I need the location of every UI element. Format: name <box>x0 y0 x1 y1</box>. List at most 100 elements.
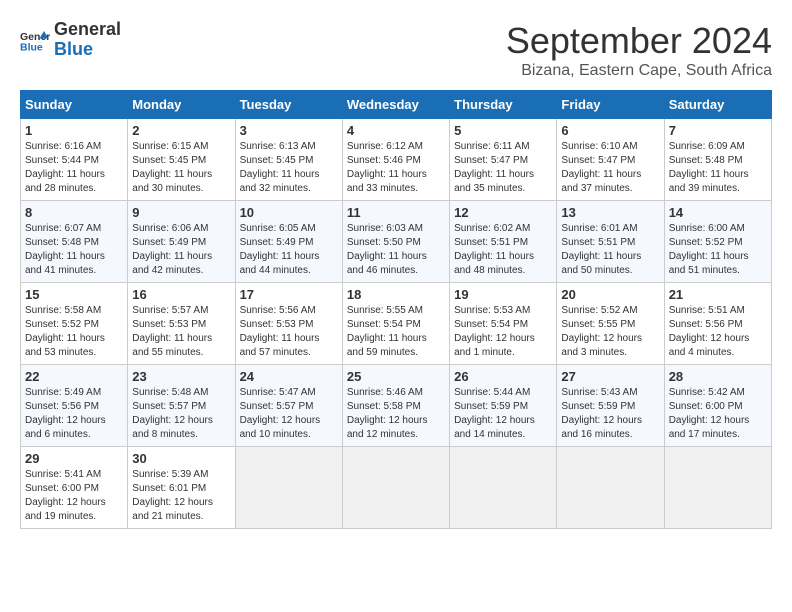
calendar-cell: 8 Sunrise: 6:07 AM Sunset: 5:48 PM Daylig… <box>21 201 128 283</box>
logo-icon: General Blue <box>20 25 50 55</box>
calendar-cell: 7 Sunrise: 6:09 AM Sunset: 5:48 PM Daylig… <box>664 119 771 201</box>
calendar-cell: 1 Sunrise: 6:16 AM Sunset: 5:44 PM Daylig… <box>21 119 128 201</box>
svg-text:Blue: Blue <box>20 41 43 53</box>
day-info: Sunrise: 5:46 AM Sunset: 5:58 PM Dayligh… <box>347 386 445 442</box>
day-number: 1 <box>25 123 123 138</box>
calendar-cell: 17Sunrise: 5:56 AM Sunset: 5:53 PM Dayli… <box>235 283 342 365</box>
day-info: Sunrise: 5:57 AM Sunset: 5:53 PM Dayligh… <box>132 304 230 360</box>
day-number: 19 <box>454 287 552 302</box>
calendar-cell: 13 Sunrise: 6:01 AM Sunset: 5:51 PM Dayli… <box>557 201 664 283</box>
calendar-cell: 9 Sunrise: 6:06 AM Sunset: 5:49 PM Daylig… <box>128 201 235 283</box>
calendar-cell: 22Sunrise: 5:49 AM Sunset: 5:56 PM Dayli… <box>21 365 128 447</box>
table-row: 8 Sunrise: 6:07 AM Sunset: 5:48 PM Daylig… <box>21 201 772 283</box>
day-number: 13 <box>561 205 659 220</box>
col-monday: Monday <box>128 91 235 119</box>
day-number: 8 <box>25 205 123 220</box>
col-thursday: Thursday <box>450 91 557 119</box>
day-info: Sunrise: 6:13 AM Sunset: 5:45 PM Dayligh… <box>240 140 338 196</box>
calendar-cell: 25 Sunrise: 5:46 AM Sunset: 5:58 PM Dayli… <box>342 365 449 447</box>
day-info: Sunrise: 6:03 AM Sunset: 5:50 PM Dayligh… <box>347 222 445 278</box>
day-number: 11 <box>347 205 445 220</box>
calendar-cell: 24Sunrise: 5:47 AM Sunset: 5:57 PM Dayli… <box>235 365 342 447</box>
day-info: Sunrise: 6:11 AM Sunset: 5:47 PM Dayligh… <box>454 140 552 196</box>
table-row: 15 Sunrise: 5:58 AM Sunset: 5:52 PM Dayli… <box>21 283 772 365</box>
calendar-cell <box>664 447 771 529</box>
calendar-cell: 5 Sunrise: 6:11 AM Sunset: 5:47 PM Daylig… <box>450 119 557 201</box>
calendar-cell <box>342 447 449 529</box>
calendar-cell: 6 Sunrise: 6:10 AM Sunset: 5:47 PM Daylig… <box>557 119 664 201</box>
col-sunday: Sunday <box>21 91 128 119</box>
day-number: 23 <box>132 369 230 384</box>
day-info: Sunrise: 5:55 AM Sunset: 5:54 PM Dayligh… <box>347 304 445 360</box>
calendar-cell: 20 Sunrise: 5:52 AM Sunset: 5:55 PM Dayli… <box>557 283 664 365</box>
calendar-cell: 11 Sunrise: 6:03 AM Sunset: 5:50 PM Dayli… <box>342 201 449 283</box>
calendar-cell: 10Sunrise: 6:05 AM Sunset: 5:49 PM Dayli… <box>235 201 342 283</box>
day-number: 5 <box>454 123 552 138</box>
day-info: Sunrise: 6:02 AM Sunset: 5:51 PM Dayligh… <box>454 222 552 278</box>
day-number: 6 <box>561 123 659 138</box>
calendar-cell: 14 Sunrise: 6:00 AM Sunset: 5:52 PM Dayli… <box>664 201 771 283</box>
day-number: 28 <box>669 369 767 384</box>
day-info: Sunrise: 6:15 AM Sunset: 5:45 PM Dayligh… <box>132 140 230 196</box>
day-number: 9 <box>132 205 230 220</box>
calendar-cell: 18 Sunrise: 5:55 AM Sunset: 5:54 PM Dayli… <box>342 283 449 365</box>
day-number: 16 <box>132 287 230 302</box>
day-info: Sunrise: 6:00 AM Sunset: 5:52 PM Dayligh… <box>669 222 767 278</box>
day-info: Sunrise: 5:41 AM Sunset: 6:00 PM Dayligh… <box>25 468 123 524</box>
calendar-cell <box>450 447 557 529</box>
calendar-cell: 15 Sunrise: 5:58 AM Sunset: 5:52 PM Dayli… <box>21 283 128 365</box>
day-number: 14 <box>669 205 767 220</box>
header-row: Sunday Monday Tuesday Wednesday Thursday… <box>21 91 772 119</box>
day-info: Sunrise: 5:42 AM Sunset: 6:00 PM Dayligh… <box>669 386 767 442</box>
table-row: 29 Sunrise: 5:41 AM Sunset: 6:00 PM Dayli… <box>21 447 772 529</box>
header: General Blue General Blue September 2024… <box>20 20 772 80</box>
day-info: Sunrise: 6:06 AM Sunset: 5:49 PM Dayligh… <box>132 222 230 278</box>
day-info: Sunrise: 5:39 AM Sunset: 6:01 PM Dayligh… <box>132 468 230 524</box>
day-info: Sunrise: 6:12 AM Sunset: 5:46 PM Dayligh… <box>347 140 445 196</box>
day-number: 18 <box>347 287 445 302</box>
calendar-cell: 3 Sunrise: 6:13 AM Sunset: 5:45 PM Daylig… <box>235 119 342 201</box>
day-info: Sunrise: 5:52 AM Sunset: 5:55 PM Dayligh… <box>561 304 659 360</box>
day-number: 30 <box>132 451 230 466</box>
calendar-table: Sunday Monday Tuesday Wednesday Thursday… <box>20 90 772 529</box>
title-area: September 2024 Bizana, Eastern Cape, Sou… <box>506 20 772 80</box>
day-number: 26 <box>454 369 552 384</box>
day-info: Sunrise: 5:51 AM Sunset: 5:56 PM Dayligh… <box>669 304 767 360</box>
day-number: 17 <box>240 287 338 302</box>
day-info: Sunrise: 6:07 AM Sunset: 5:48 PM Dayligh… <box>25 222 123 278</box>
calendar-cell: 29 Sunrise: 5:41 AM Sunset: 6:00 PM Dayli… <box>21 447 128 529</box>
day-number: 20 <box>561 287 659 302</box>
day-number: 12 <box>454 205 552 220</box>
month-title: September 2024 <box>506 20 772 62</box>
day-info: Sunrise: 5:48 AM Sunset: 5:57 PM Dayligh… <box>132 386 230 442</box>
day-info: Sunrise: 5:43 AM Sunset: 5:59 PM Dayligh… <box>561 386 659 442</box>
day-number: 27 <box>561 369 659 384</box>
day-info: Sunrise: 5:47 AM Sunset: 5:57 PM Dayligh… <box>240 386 338 442</box>
day-number: 22 <box>25 369 123 384</box>
calendar-cell: 21Sunrise: 5:51 AM Sunset: 5:56 PM Dayli… <box>664 283 771 365</box>
day-info: Sunrise: 6:01 AM Sunset: 5:51 PM Dayligh… <box>561 222 659 278</box>
day-info: Sunrise: 6:16 AM Sunset: 5:44 PM Dayligh… <box>25 140 123 196</box>
day-info: Sunrise: 5:58 AM Sunset: 5:52 PM Dayligh… <box>25 304 123 360</box>
day-info: Sunrise: 5:44 AM Sunset: 5:59 PM Dayligh… <box>454 386 552 442</box>
calendar-cell: 12 Sunrise: 6:02 AM Sunset: 5:51 PM Dayli… <box>450 201 557 283</box>
day-number: 3 <box>240 123 338 138</box>
day-number: 15 <box>25 287 123 302</box>
day-number: 2 <box>132 123 230 138</box>
day-info: Sunrise: 6:10 AM Sunset: 5:47 PM Dayligh… <box>561 140 659 196</box>
day-number: 29 <box>25 451 123 466</box>
calendar-cell: 27 Sunrise: 5:43 AM Sunset: 5:59 PM Dayli… <box>557 365 664 447</box>
col-saturday: Saturday <box>664 91 771 119</box>
calendar-cell: 2 Sunrise: 6:15 AM Sunset: 5:45 PM Daylig… <box>128 119 235 201</box>
day-number: 7 <box>669 123 767 138</box>
day-info: Sunrise: 6:05 AM Sunset: 5:49 PM Dayligh… <box>240 222 338 278</box>
calendar-cell: 4Sunrise: 6:12 AM Sunset: 5:46 PM Daylig… <box>342 119 449 201</box>
calendar-cell: 28 Sunrise: 5:42 AM Sunset: 6:00 PM Dayli… <box>664 365 771 447</box>
col-wednesday: Wednesday <box>342 91 449 119</box>
calendar-cell: 23 Sunrise: 5:48 AM Sunset: 5:57 PM Dayli… <box>128 365 235 447</box>
col-friday: Friday <box>557 91 664 119</box>
logo-blue: Blue <box>54 40 121 60</box>
day-info: Sunrise: 6:09 AM Sunset: 5:48 PM Dayligh… <box>669 140 767 196</box>
day-number: 25 <box>347 369 445 384</box>
calendar-cell <box>557 447 664 529</box>
